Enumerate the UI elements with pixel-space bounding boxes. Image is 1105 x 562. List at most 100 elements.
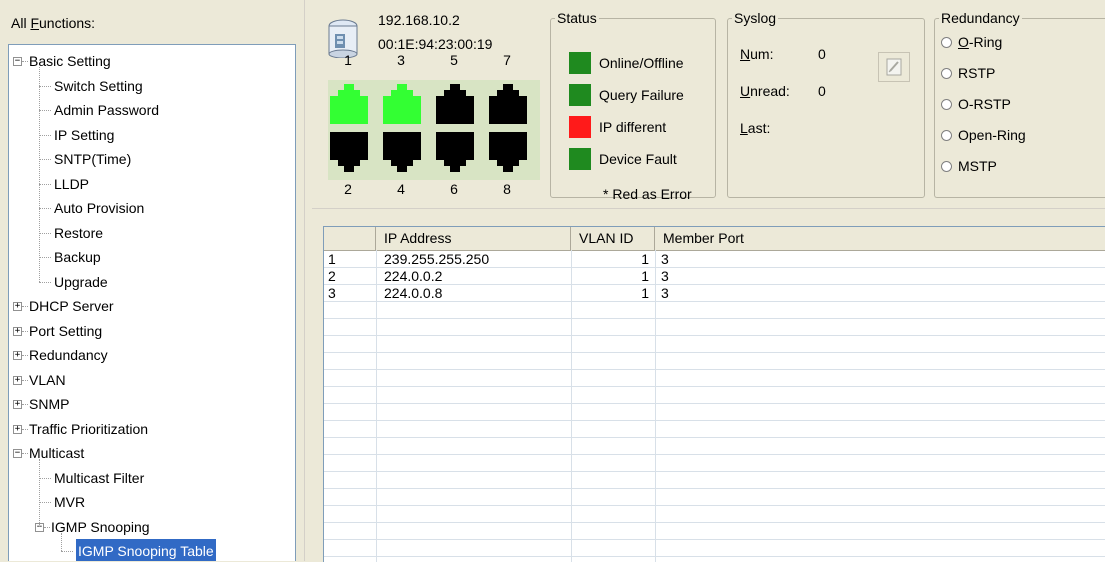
- tree-item-label: DHCP Server: [29, 298, 114, 314]
- tree-item[interactable]: − IGMP Snooping: [9, 515, 295, 539]
- radio-circle[interactable]: [941, 68, 952, 79]
- table-cell: 224.0.0.2: [384, 268, 443, 284]
- col-header-vlan-id[interactable]: VLAN ID: [571, 227, 655, 250]
- ethernet-port-icon[interactable]: [489, 132, 527, 172]
- tree-item[interactable]: + Port Setting: [9, 319, 295, 343]
- tree-item[interactable]: IP Setting: [9, 123, 295, 147]
- table-row[interactable]: [324, 336, 1105, 353]
- radio-circle[interactable]: [941, 161, 952, 172]
- redundancy-radio[interactable]: Open-Ring: [941, 125, 1026, 147]
- port-panel: [328, 80, 540, 180]
- table-row[interactable]: [324, 319, 1105, 336]
- table-row[interactable]: 2 224.0.0.2 1 3: [324, 268, 1105, 285]
- ethernet-port-icon[interactable]: [383, 84, 421, 124]
- expand-plus-icon[interactable]: +: [13, 400, 22, 409]
- tree-item[interactable]: + Traffic Prioritization: [9, 417, 295, 441]
- igmp-snooping-table[interactable]: IP Address VLAN ID Member Port 1 239.255.…: [323, 226, 1105, 562]
- expand-plus-icon[interactable]: +: [13, 375, 22, 385]
- port-number: 8: [503, 181, 511, 197]
- tree-item[interactable]: Backup: [9, 245, 295, 269]
- tree-item[interactable]: + SNMP: [9, 392, 295, 416]
- tree-item-label: Multicast Filter: [54, 469, 145, 486]
- status-indicator: [569, 148, 591, 170]
- table-cell: 2: [328, 268, 336, 284]
- table-cell: 1: [641, 251, 649, 267]
- ethernet-port-icon[interactable]: [330, 132, 368, 172]
- tree-item[interactable]: Switch Setting: [9, 74, 295, 98]
- table-row[interactable]: [324, 540, 1105, 557]
- tree-item[interactable]: Multicast Filter: [9, 466, 295, 490]
- table-row[interactable]: [324, 387, 1105, 404]
- radio-label: O-RSTP: [958, 96, 1011, 112]
- redundancy-radio[interactable]: O-RSTP: [941, 94, 1011, 116]
- expand-plus-icon[interactable]: +: [13, 424, 22, 434]
- table-row[interactable]: 1 239.255.255.250 1 3: [324, 251, 1105, 268]
- tree-item[interactable]: − Basic Setting: [9, 49, 295, 73]
- radio-label: MSTP: [958, 158, 997, 174]
- tree-item[interactable]: Restore: [9, 221, 295, 245]
- tree-item[interactable]: Upgrade: [9, 270, 295, 294]
- tree-item[interactable]: + DHCP Server: [9, 294, 295, 318]
- tree-item[interactable]: − Multicast: [9, 441, 295, 465]
- tree-connector: [39, 110, 51, 111]
- tree-item[interactable]: + Redundancy: [9, 343, 295, 367]
- tree-item[interactable]: Admin Password: [9, 98, 295, 122]
- tree-item[interactable]: LLDP: [9, 172, 295, 196]
- tree-item[interactable]: IGMP Snooping Table: [9, 538, 295, 561]
- table-row[interactable]: 3 224.0.0.8 1 3: [324, 285, 1105, 302]
- function-tree[interactable]: − Basic Setting Switch Setting Admin Passwo…: [8, 44, 296, 561]
- status-legend: Status: [557, 10, 597, 26]
- tree-item-label: LLDP: [54, 175, 90, 192]
- ethernet-port-icon[interactable]: [436, 132, 474, 172]
- table-row[interactable]: [324, 523, 1105, 540]
- all-functions-label: All Functions:: [11, 15, 96, 31]
- radio-circle[interactable]: [941, 37, 952, 48]
- syslog-group: Syslog Num: 0 Unread: 0 Last:: [727, 10, 925, 198]
- col-header-ip-address[interactable]: IP Address: [376, 227, 571, 250]
- radio-circle[interactable]: [941, 130, 952, 141]
- tree-item-label: SNMP: [29, 396, 70, 412]
- tree-connector: [39, 477, 51, 479]
- tree-item[interactable]: MVR: [9, 490, 295, 514]
- table-row[interactable]: [324, 506, 1105, 523]
- table-row[interactable]: [324, 370, 1105, 387]
- tree-connector: [39, 208, 51, 209]
- table-row[interactable]: [324, 438, 1105, 455]
- table-row[interactable]: [324, 455, 1105, 472]
- tree-item[interactable]: Auto Provision: [9, 196, 295, 220]
- ethernet-port-icon[interactable]: [436, 84, 474, 124]
- tree-item-label: IGMP Snooping: [51, 518, 150, 535]
- redundancy-radio[interactable]: RSTP: [941, 63, 995, 85]
- tree-item[interactable]: SNTP(Time): [9, 147, 295, 171]
- col-header-member-port[interactable]: Member Port: [655, 227, 1105, 250]
- table-cell: 1: [328, 251, 336, 267]
- table-row[interactable]: [324, 472, 1105, 489]
- ethernet-port-icon[interactable]: [489, 84, 527, 124]
- syslog-edit-button[interactable]: [878, 52, 910, 82]
- expand-plus-icon[interactable]: +: [13, 302, 22, 311]
- col-header-index[interactable]: [324, 227, 376, 250]
- horizontal-splitter[interactable]: [312, 208, 1105, 217]
- collapse-minus-icon[interactable]: −: [13, 57, 22, 66]
- redundancy-radio[interactable]: MSTP: [941, 156, 997, 178]
- table-row[interactable]: [324, 353, 1105, 370]
- redundancy-radio[interactable]: O-Ring: [941, 32, 1002, 54]
- table-row[interactable]: [324, 302, 1105, 319]
- table-row[interactable]: [324, 489, 1105, 506]
- ethernet-port-icon[interactable]: [383, 132, 421, 172]
- collapse-minus-icon[interactable]: −: [13, 449, 22, 458]
- expand-plus-icon[interactable]: +: [13, 326, 22, 336]
- port-number: 2: [344, 181, 352, 197]
- radio-label: -Ring: [968, 34, 1003, 50]
- table-row[interactable]: [324, 404, 1105, 421]
- tree-item[interactable]: + VLAN: [9, 368, 295, 392]
- ethernet-port-icon[interactable]: [330, 84, 368, 124]
- expand-plus-icon[interactable]: +: [13, 351, 22, 360]
- tree-item-label: IGMP Snooping Table: [75, 538, 217, 561]
- functions-pane: All Functions: − Basic Setting Switch Sett…: [0, 0, 304, 561]
- tree-connector: [39, 459, 40, 527]
- tree-connector: [39, 183, 51, 185]
- radio-circle[interactable]: [941, 99, 952, 110]
- table-row[interactable]: [324, 421, 1105, 438]
- syslog-num-label: Num:: [740, 46, 774, 62]
